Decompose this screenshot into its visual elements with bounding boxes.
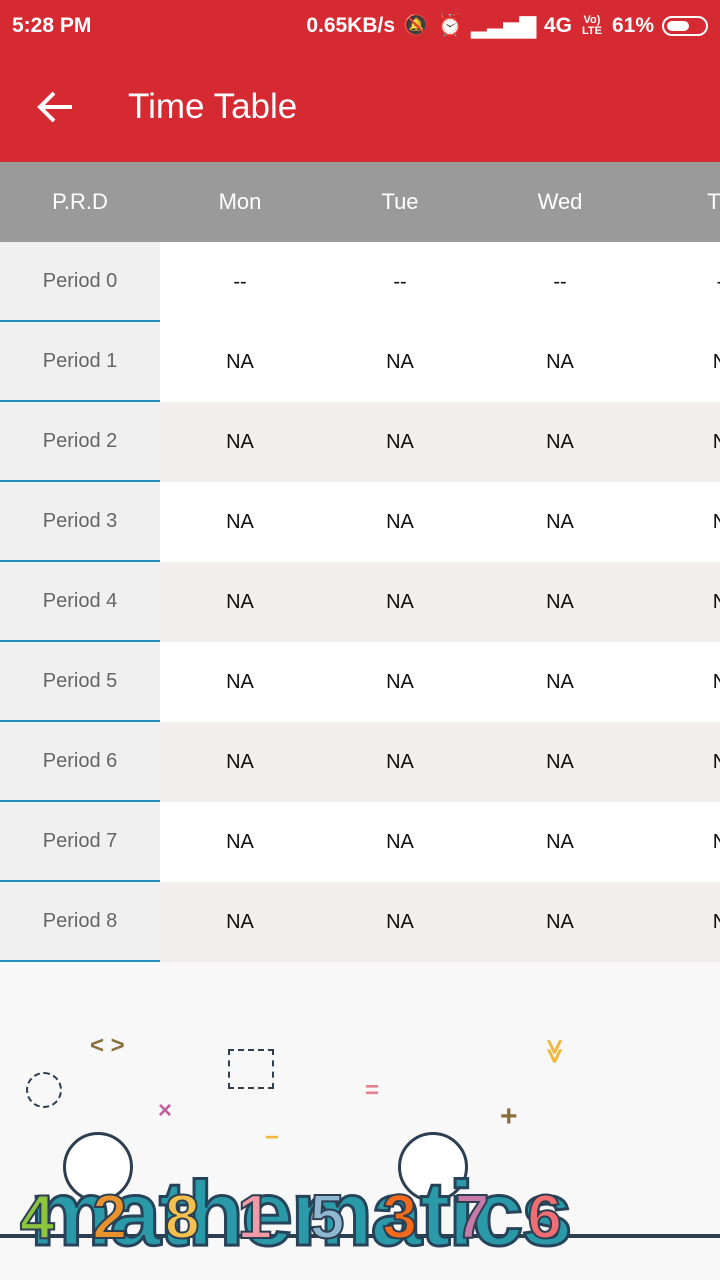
timetable-cell[interactable]: NA [320,642,480,722]
period-label: Period 1 [0,322,160,402]
timetable-cell[interactable]: NA [160,722,320,802]
network-type: 4G [543,14,572,37]
timetable-cell[interactable]: NA [320,482,480,562]
timetable-cell[interactable]: -- [160,242,320,322]
column-header: Th [707,189,720,214]
battery-percent: 61% [611,14,654,37]
number-glyph: 7 [454,1182,491,1253]
period-label: Period 5 [0,642,160,722]
dashed-square-icon [228,1049,274,1089]
timetable-cell[interactable]: NA [320,402,480,482]
timetable-cell[interactable]: -- [320,242,480,322]
timetable-cell[interactable]: -- [480,242,640,322]
column-header: Mon [218,189,262,214]
network-speed: 0.65KB/s [306,14,396,37]
timetable-cell[interactable]: NA [480,402,640,482]
timetable-cell[interactable]: NA [480,562,640,642]
column-header: Tue [381,189,419,214]
app-bar: Time Table [0,52,720,162]
times-icon: × [158,1097,173,1124]
alarm-icon: ⏰ [437,14,464,37]
timetable-cell[interactable]: N [640,322,720,402]
timetable-cell[interactable]: N [640,482,720,562]
number-glyph: 4 [19,1182,56,1253]
column-header: Wed [537,189,583,214]
timetable-cell[interactable]: N [640,562,720,642]
timetable-cell[interactable]: NA [480,642,640,722]
timetable-cell[interactable]: N [640,802,720,882]
timetable-cell[interactable]: NA [320,722,480,802]
angle-brackets-icon: < > [90,1032,125,1059]
status-bar: 5:28 PM 0.65KB/s 🔕 ⏰ ▂▃▅▇ 4G Vo) LTE 61% [0,0,720,52]
status-time: 5:28 PM [12,14,92,37]
mathematics-banner: < > × = − + ≫ mathematics 42815376 [0,962,720,1280]
period-label: Period 6 [0,722,160,802]
number-glyph: 8 [164,1182,201,1253]
battery-icon [662,16,708,36]
period-label: Period 4 [0,562,160,642]
timetable-cell[interactable]: NA [480,482,640,562]
table-row: Period 2 NA NA NA N [0,402,720,482]
page-title: Time Table [128,87,298,126]
table-row: Period 0------- [0,242,720,322]
numbers-row: 42815376 [19,1182,563,1253]
arrow-left-icon [37,91,72,123]
table-header: P.R.D Mon Tue Wed Th [0,162,720,242]
timetable-cell[interactable]: NA [320,802,480,882]
equals-icon: = [365,1077,380,1104]
signal-icon: ▂▃▅▇ [471,14,536,38]
plus-icon: + [500,1100,518,1133]
timetable-cell[interactable]: NA [480,882,640,962]
number-glyph: 2 [91,1182,128,1253]
timetable-cell[interactable]: NA [480,322,640,402]
number-glyph: 3 [381,1182,418,1253]
table-row: Period 3 NA NA NA N [0,482,720,562]
period-label: Period 8 [0,882,160,962]
table-row: Period 5 NA NA NA N [0,642,720,722]
table-row: Period 6 NA NA NA N [0,722,720,802]
dashed-circle-icon [26,1072,62,1108]
volte-icon: Vo) LTE [581,14,602,37]
period-label: Period 7 [0,802,160,882]
number-glyph: 6 [526,1182,563,1253]
timetable-cell[interactable]: NA [160,402,320,482]
mute-icon: 🔕 [403,14,430,37]
timetable-cell[interactable]: N [640,642,720,722]
timetable-cell[interactable]: NA [160,322,320,402]
number-glyph: 5 [309,1182,346,1253]
back-button[interactable] [36,87,76,127]
timetable-cell[interactable]: NA [320,322,480,402]
timetable[interactable]: P.R.DMonTueWedTh Period 0-------Period 1… [0,162,720,962]
minus-icon: − [265,1124,280,1151]
period-label: Period 2 [0,402,160,482]
column-header: P.R.D [52,189,108,214]
timetable-cell[interactable]: NA [160,562,320,642]
table-row: Period 7 NA NA NA N [0,802,720,882]
table-row: Period 1 NA NA NA N [0,322,720,402]
table-row: Period 4 NA NA NA N [0,562,720,642]
chevrons-icon: ≫ [541,1038,569,1065]
timetable-cell[interactable]: NA [160,882,320,962]
timetable-cell[interactable]: NA [160,642,320,722]
timetable-cell[interactable]: N [640,402,720,482]
table-row: Period 8 NA NA NA N [0,882,720,962]
timetable-cell[interactable]: NA [160,802,320,882]
timetable-cell[interactable]: NA [160,482,320,562]
period-label: Period 0 [0,242,160,322]
timetable-cell[interactable]: N [640,722,720,802]
timetable-cell[interactable]: NA [480,802,640,882]
timetable-cell[interactable]: NA [320,562,480,642]
timetable-cell[interactable]: - [640,242,720,322]
number-glyph: 1 [236,1182,273,1253]
timetable-cell[interactable]: NA [320,882,480,962]
period-label: Period 3 [0,482,160,562]
timetable-cell[interactable]: NA [480,722,640,802]
timetable-cell[interactable]: N [640,882,720,962]
